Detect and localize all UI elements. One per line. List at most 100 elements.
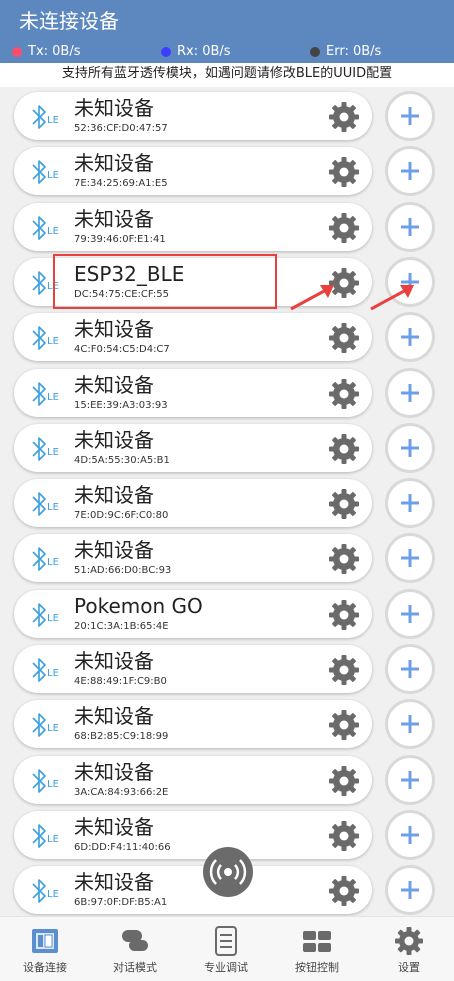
device-card[interactable]: LE 未知设备 6D:DD:F4:11:40:66 <box>14 810 372 859</box>
connect-plus-button[interactable] <box>385 312 435 363</box>
device-name: 未知设备 <box>74 151 154 176</box>
err-dot-icon <box>310 47 320 57</box>
bluetooth-le-icon: LE <box>27 102 63 132</box>
svg-text:LE: LE <box>47 115 59 126</box>
device-name: Pokemon GO <box>74 593 203 618</box>
err-rate-label: Err: 0B/s <box>326 44 382 59</box>
device-card[interactable]: LE 未知设备 15:EE:39:A3:03:93 <box>14 368 372 417</box>
ble-notice: 支持所有蓝牙透传模块，如遇问题请修改BLE的UUID配置 <box>0 63 454 87</box>
device-name: 未知设备 <box>74 538 154 563</box>
svg-text:LE: LE <box>47 447 59 458</box>
arrow-to-connect-icon <box>370 285 414 311</box>
svg-text:LE: LE <box>47 889 59 900</box>
device-row: LE 未知设备 4C:F0:54:C5:D4:C7 <box>0 309 454 364</box>
device-card[interactable]: LE 未知设备 6B:97:0F:DF:B5:A1 <box>14 866 372 915</box>
device-row: LE 未知设备 4E:88:49:1F:C9:B0 <box>0 641 454 696</box>
device-name: 未知设备 <box>74 317 154 342</box>
tab-pro-debug[interactable]: 专业调试 <box>181 917 271 981</box>
device-settings-gear-icon[interactable] <box>328 709 360 741</box>
svg-text:LE: LE <box>47 392 59 403</box>
device-settings-gear-icon[interactable] <box>328 599 360 631</box>
bluetooth-le-icon: LE <box>27 821 63 851</box>
device-card[interactable]: LE 未知设备 51:AD:66:D0:BC:93 <box>14 534 372 583</box>
bluetooth-le-icon: LE <box>27 379 63 409</box>
device-mac: 20:1C:3A:1B:65:4E <box>74 620 169 632</box>
connect-plus-button[interactable] <box>385 533 435 584</box>
connect-plus-button[interactable] <box>385 699 435 750</box>
rx-dot-icon <box>161 47 171 57</box>
device-settings-gear-icon[interactable] <box>328 765 360 797</box>
bluetooth-le-icon: LE <box>27 766 63 796</box>
connect-plus-button[interactable] <box>385 91 435 141</box>
tab-settings[interactable]: 设置 <box>364 917 454 981</box>
device-settings-gear-icon[interactable] <box>328 543 360 575</box>
gear-icon <box>395 927 423 955</box>
device-settings-gear-icon[interactable] <box>328 156 360 188</box>
device-card[interactable]: LE 未知设备 3A:CA:84:93:66:2E <box>14 755 372 804</box>
device-card[interactable]: LE 未知设备 4E:88:49:1F:C9:B0 <box>14 645 372 693</box>
device-settings-gear-icon[interactable] <box>328 875 360 907</box>
bluetooth-le-icon: LE <box>27 655 63 685</box>
tab-label: 按钮控制 <box>295 961 339 974</box>
device-settings-gear-icon[interactable] <box>328 212 360 244</box>
connect-plus-button[interactable] <box>385 422 435 473</box>
device-mac: 3A:CA:84:93:66:2E <box>74 786 169 798</box>
svg-text:LE: LE <box>47 226 59 237</box>
connect-plus-button[interactable] <box>385 201 435 252</box>
tab-label: 对话模式 <box>113 961 157 974</box>
device-mac: 7E:34:25:69:A1:E5 <box>74 178 168 190</box>
svg-text:LE: LE <box>47 834 59 845</box>
device-settings-gear-icon[interactable] <box>328 322 360 354</box>
tab-chat-mode[interactable]: 对话模式 <box>90 917 180 981</box>
device-card[interactable]: LE 未知设备 7E:34:25:69:A1:E5 <box>14 147 372 196</box>
device-card[interactable]: LE 未知设备 7E:0D:9C:6F:C0:80 <box>14 479 372 528</box>
connect-plus-button[interactable] <box>385 644 435 694</box>
device-card[interactable]: LE 未知设备 79:39:46:0F:E1:41 <box>14 202 372 251</box>
svg-text:LE: LE <box>47 668 59 679</box>
device-name: 未知设备 <box>74 870 154 895</box>
connect-plus-button[interactable] <box>385 809 435 860</box>
device-card[interactable]: LE 未知设备 52:36:CF:D0:47:57 <box>14 92 372 140</box>
device-card[interactable]: LE Pokemon GO 20:1C:3A:1B:65:4E <box>14 589 372 638</box>
svg-text:LE: LE <box>47 557 59 568</box>
scan-button[interactable] <box>203 847 253 897</box>
device-list[interactable]: LE 未知设备 52:36:CF:D0:47:57 LE 未知设备 7E:34:… <box>0 88 454 916</box>
connect-plus-button[interactable] <box>385 478 435 529</box>
tab-label: 专业调试 <box>204 961 248 974</box>
device-settings-gear-icon[interactable] <box>328 820 360 852</box>
rx-rate-label: Rx: 0B/s <box>177 44 231 59</box>
device-mac: 4E:88:49:1F:C9:B0 <box>74 676 167 687</box>
device-card[interactable]: LE 未知设备 4D:5A:55:30:A5:B1 <box>14 423 372 472</box>
bluetooth-le-icon: LE <box>27 434 63 464</box>
connection-status-title: 未连接设备 <box>19 9 119 33</box>
svg-text:LE: LE <box>47 613 59 624</box>
device-settings-gear-icon[interactable] <box>328 101 360 133</box>
tab-device-connect[interactable]: 设备连接 <box>0 917 90 981</box>
broadcast-icon <box>209 859 247 885</box>
device-settings-gear-icon[interactable] <box>328 654 360 686</box>
device-mac: 15:EE:39:A3:03:93 <box>74 399 168 411</box>
device-name: 未知设备 <box>74 483 154 508</box>
device-card[interactable]: LE 未知设备 68:B2:85:C9:18:99 <box>14 700 372 749</box>
bluetooth-le-icon: LE <box>27 323 63 353</box>
bluetooth-le-icon: LE <box>27 544 63 574</box>
svg-text:LE: LE <box>47 170 59 181</box>
device-row: LE 未知设备 7E:34:25:69:A1:E5 <box>0 143 454 198</box>
device-name: 未知设备 <box>74 206 154 231</box>
device-settings-gear-icon[interactable] <box>328 433 360 465</box>
device-card[interactable]: LE 未知设备 4C:F0:54:C5:D4:C7 <box>14 313 372 362</box>
connect-plus-button[interactable] <box>385 865 435 916</box>
tab-button-control[interactable]: 按钮控制 <box>272 917 362 981</box>
device-row: LE 未知设备 52:36:CF:D0:47:57 <box>0 88 454 143</box>
device-mac: 52:36:CF:D0:47:57 <box>74 123 168 134</box>
connect-plus-button[interactable] <box>385 754 435 805</box>
connect-plus-button[interactable] <box>385 588 435 639</box>
tab-label: 设备连接 <box>23 961 67 974</box>
connect-plus-button[interactable] <box>385 367 435 418</box>
device-settings-gear-icon[interactable] <box>328 378 360 410</box>
device-mac: 6B:97:0F:DF:B5:A1 <box>74 897 168 909</box>
device-row: LE 未知设备 3A:CA:84:93:66:2E <box>0 752 454 807</box>
connect-plus-button[interactable] <box>385 146 435 197</box>
device-settings-gear-icon[interactable] <box>328 488 360 520</box>
button-grid-icon <box>303 931 331 952</box>
